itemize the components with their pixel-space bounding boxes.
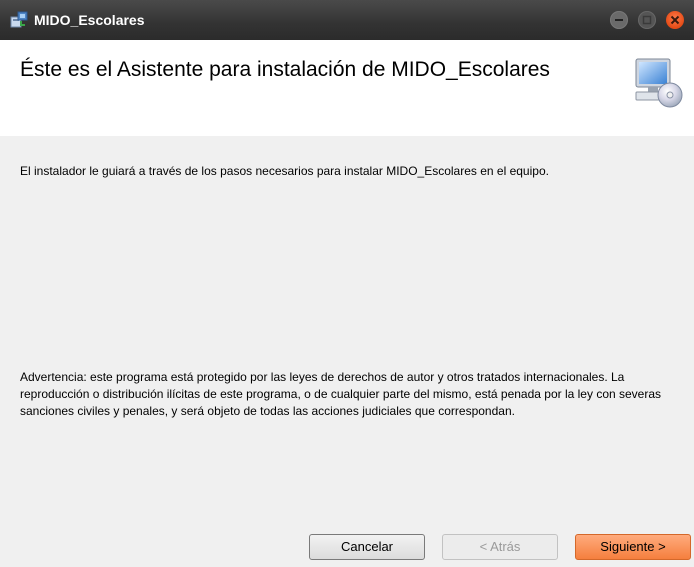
next-button[interactable]: Siguiente > xyxy=(575,534,691,560)
page-title: Éste es el Asistente para instalación de… xyxy=(20,58,550,81)
computer-disc-icon xyxy=(635,58,683,108)
intro-text: El instalador le guiará a través de los … xyxy=(20,164,549,178)
close-button[interactable] xyxy=(666,11,684,29)
close-icon xyxy=(670,15,680,25)
minimize-icon xyxy=(615,19,623,21)
header-banner: Éste es el Asistente para instalación de… xyxy=(0,40,694,136)
maximize-button[interactable] xyxy=(638,11,656,29)
maximize-icon xyxy=(642,15,652,25)
copyright-warning: Advertencia: este programa está protegid… xyxy=(20,370,662,418)
minimize-button[interactable] xyxy=(610,11,628,29)
window-title: MIDO_Escolares xyxy=(34,12,145,28)
title-bar[interactable]: MIDO_Escolares xyxy=(0,0,694,40)
content-area: El instalador le guiará a través de los … xyxy=(0,136,694,567)
installer-icon xyxy=(10,11,28,28)
cancel-button[interactable]: Cancelar xyxy=(309,534,425,560)
back-button[interactable]: < Atrás xyxy=(442,534,558,560)
